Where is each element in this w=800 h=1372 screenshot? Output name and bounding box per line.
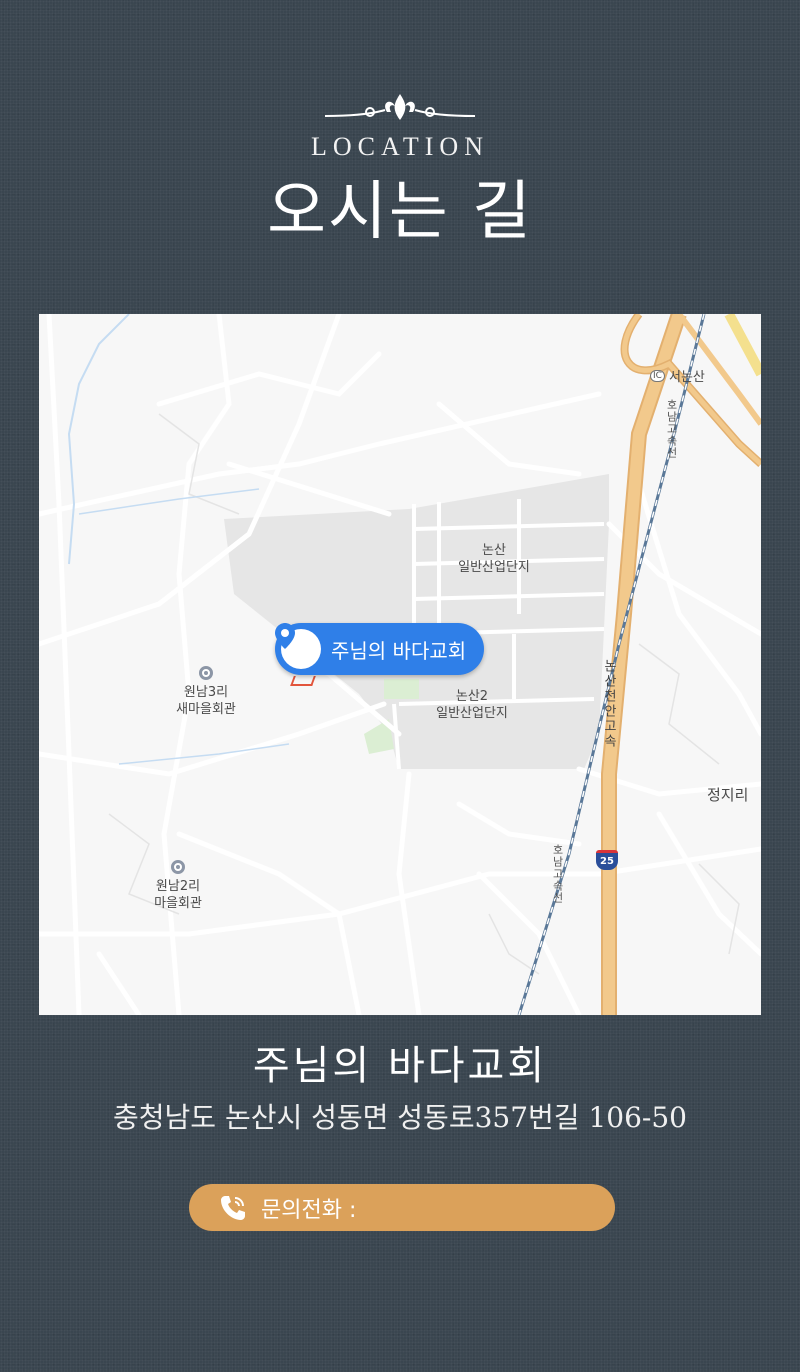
location-marker[interactable]: 주님의 바다교회 (275, 623, 485, 675)
map-label-rail-north: 호남고속선 (665, 399, 678, 459)
location-info: 주님의 바다교회 충청남도 논산시 성동면 성동로357번길 106-50 (0, 1040, 800, 1136)
header: LOCATION 오시는 길 (0, 90, 800, 248)
contact-phone-label: 문의전화 : (261, 1197, 357, 1223)
location-pin-icon (275, 623, 321, 669)
map-label-wonnam3: 원남3리 새마을회관 (176, 685, 236, 717)
map-label-wonnam2: 원남2리 마을회관 (154, 879, 202, 911)
phone-icon (217, 1191, 251, 1225)
map-label-rail-south: 호남고속선 (551, 844, 564, 904)
map-label-ic-name: 서논산 (669, 370, 705, 385)
address: 충청남도 논산시 성동면 성동로357번길 106-50 (113, 1101, 687, 1134)
interchange-badge: IC (650, 370, 665, 382)
poi-icon (199, 666, 213, 680)
flourish-ornament-icon (325, 94, 475, 120)
map-label-industrial-1: 논산 일반산업단지 (458, 543, 530, 575)
map-label-industrial-2: 논산2 일반산업단지 (436, 689, 508, 721)
poi-icon (171, 860, 185, 874)
marker-label: 주님의 바다교회 (331, 638, 467, 663)
contact-phone-button[interactable]: 문의전화 : (189, 1184, 615, 1231)
location-marker-outline (290, 676, 316, 686)
place-name: 주님의 바다교회 (252, 1043, 548, 1089)
map-label-highway: 논산천안고속 (601, 659, 616, 749)
location-map[interactable]: IC 서논산 호남고속선 호남고속선 논산천안고속 25 논산 일반산업단지 논… (39, 314, 761, 1015)
route-shield: 25 (596, 850, 618, 870)
page-title: 오시는 길 (267, 175, 533, 249)
map-label-jeongji: 정지리 (707, 786, 749, 804)
section-eyebrow: LOCATION (311, 132, 489, 161)
